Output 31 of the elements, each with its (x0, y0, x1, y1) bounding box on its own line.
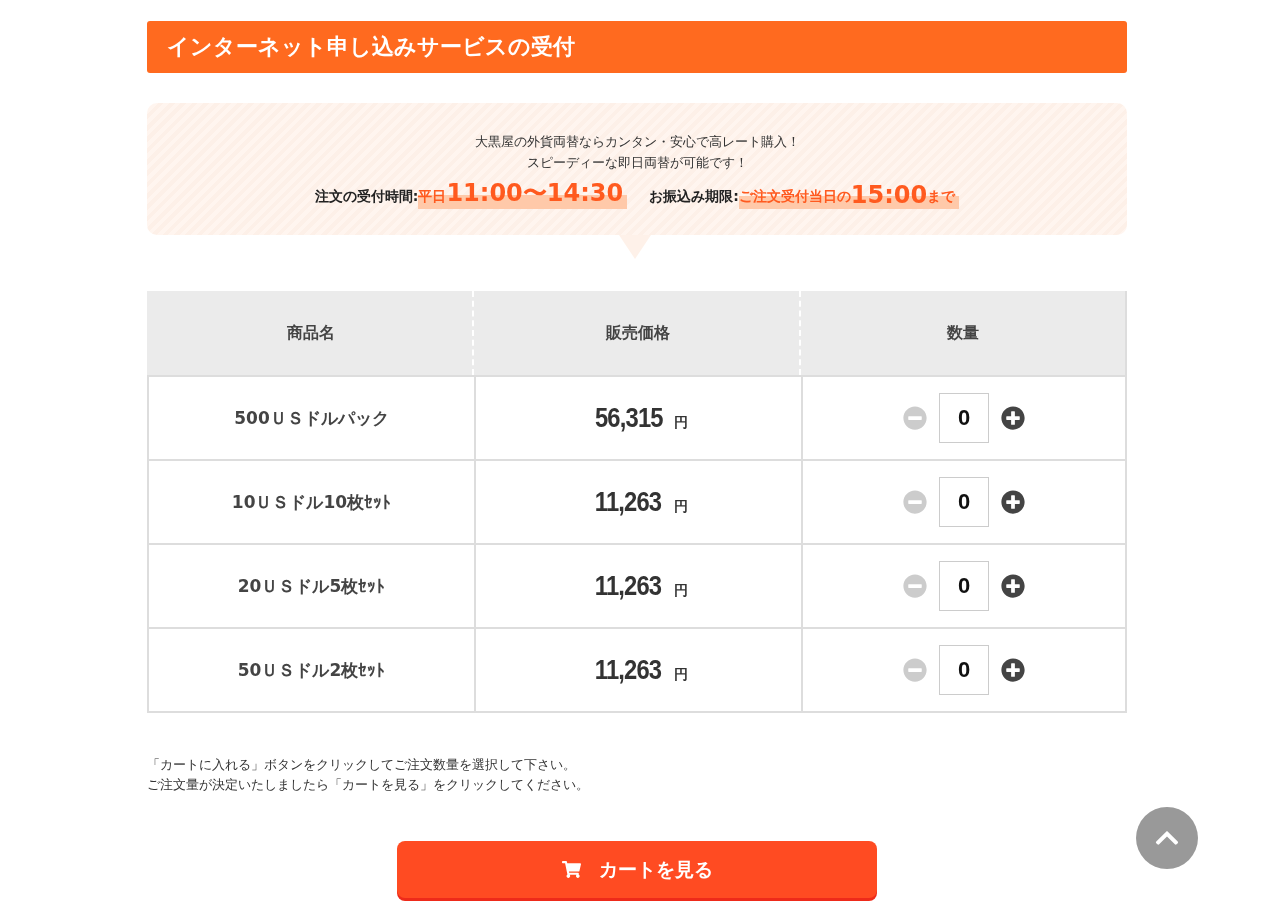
currency-unit: 円 (674, 414, 689, 432)
column-header: 数量 (799, 291, 1125, 375)
product-name: 500ＵＳドルパック (234, 406, 389, 430)
cart-icon (561, 860, 581, 879)
page-heading: インターネット申し込みサービスの受付 (147, 21, 1127, 73)
price: 11,263 (595, 654, 662, 686)
quantity-field[interactable]: 0 (939, 477, 989, 527)
column-header: 商品名 (147, 291, 474, 375)
product-name: 10ＵＳドル10枚ｾｯﾄ (231, 490, 392, 514)
instruction-text: ご注文量が決定いたしましたら「カートを見る」をクリックしてください。 (147, 776, 590, 794)
hours-label: 注文の受付時間: (314, 188, 419, 206)
info-text: スピーディーな即日両替が可能です！ (525, 154, 749, 172)
price: 11,263 (595, 486, 662, 518)
quantity-field[interactable]: 0 (939, 393, 989, 443)
price: 11,263 (595, 570, 662, 602)
quantity-field[interactable]: 0 (939, 645, 989, 695)
plus-button[interactable] (1001, 406, 1025, 430)
currency-unit: 円 (673, 582, 688, 600)
plus-button[interactable] (1001, 574, 1025, 598)
currency-unit: 円 (673, 666, 688, 684)
column-header: 販売価格 (472, 291, 801, 375)
instruction-text: 「カートに入れる」ボタンをクリックしてご注文数量を選択して下さい。 (147, 756, 577, 774)
product-name: 50ＵＳドル2枚ｾｯﾄ (237, 658, 386, 682)
hours-label: お振込み期限: (649, 188, 739, 206)
plus-button[interactable] (1001, 490, 1025, 514)
product-name: 20ＵＳドル5枚ｾｯﾄ (237, 574, 386, 598)
plus-button[interactable] (1001, 658, 1025, 682)
price: 56,315 (594, 402, 663, 434)
quantity-field[interactable]: 0 (939, 561, 989, 611)
info-text: 大黒屋の外貨両替ならカンタン・安心で高レート購入！ (473, 133, 801, 151)
currency-unit: 円 (673, 498, 688, 516)
